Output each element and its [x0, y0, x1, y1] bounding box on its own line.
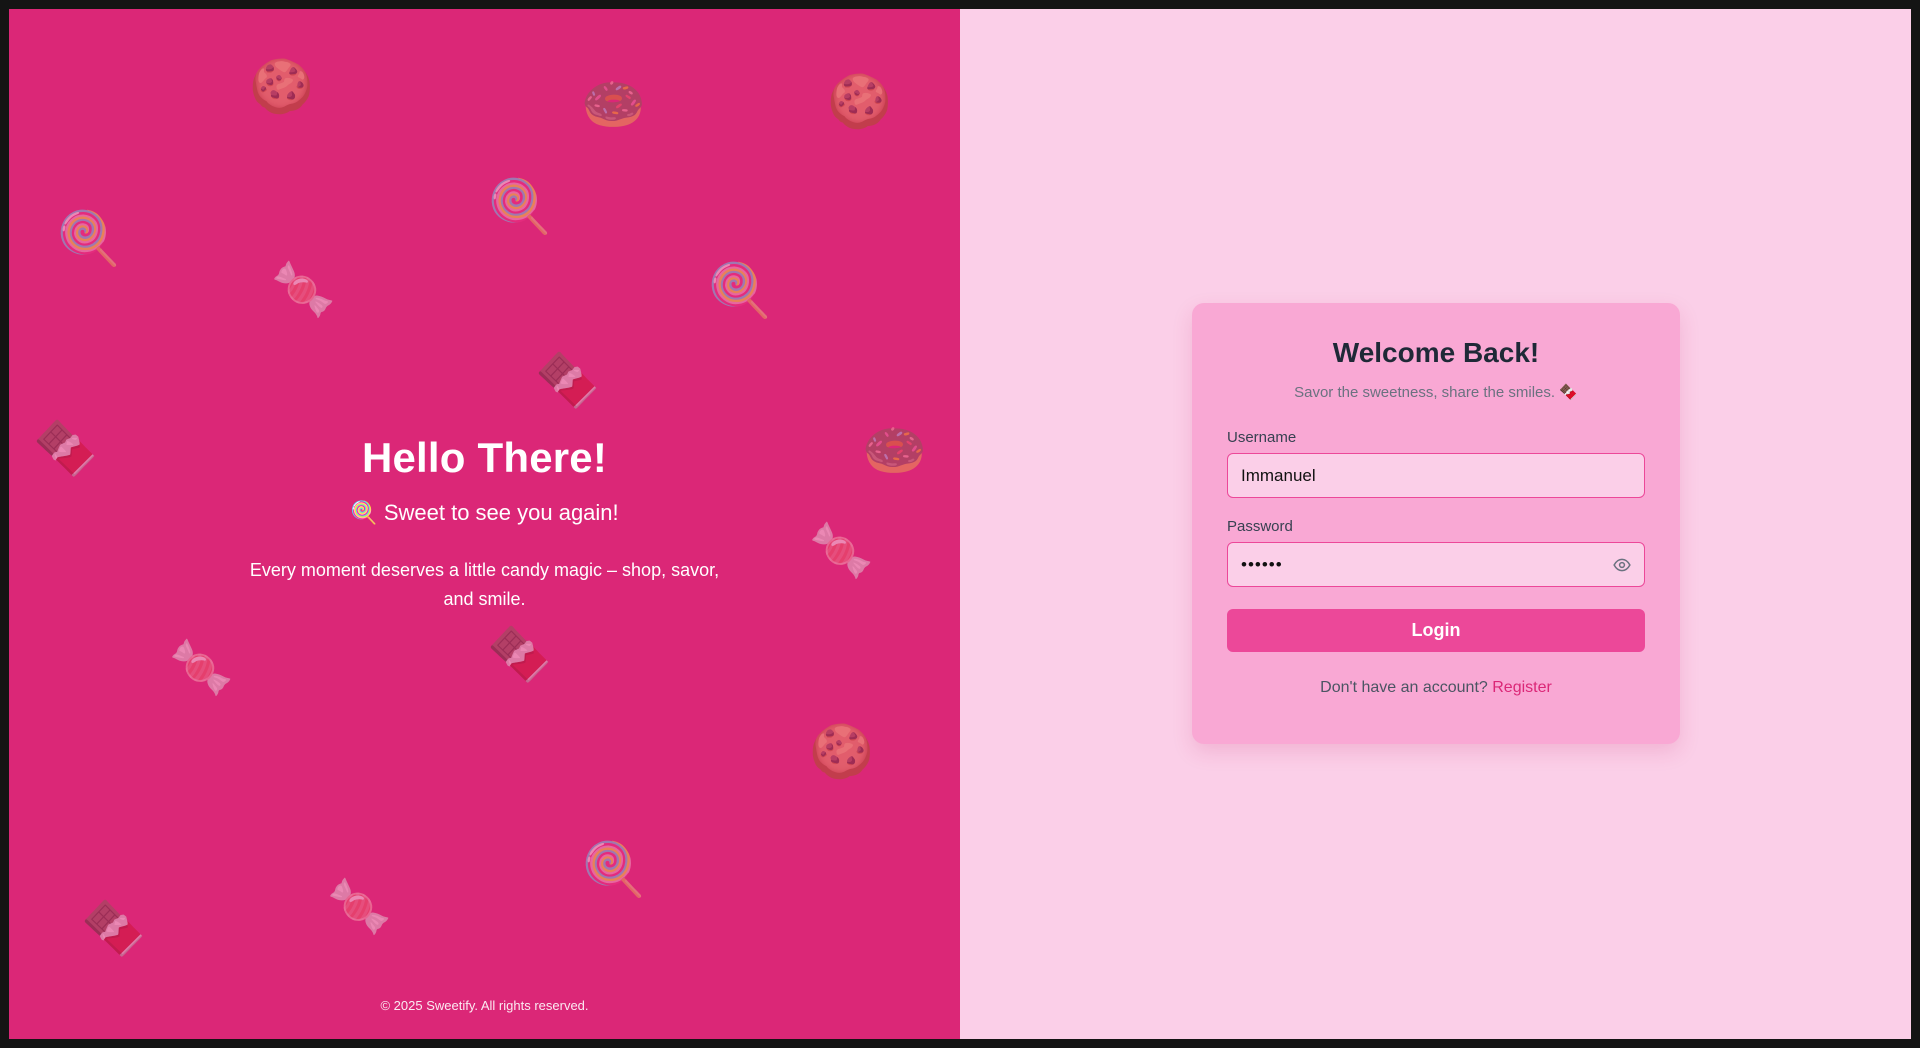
- copyright-text: © 2025 Sweetify. All rights reserved.: [380, 998, 589, 1013]
- register-prompt: Don't have an account? Register: [1227, 679, 1645, 697]
- password-label: Password: [1227, 518, 1293, 535]
- password-value: ••••••: [1241, 554, 1283, 574]
- cookie-icon: 🍪: [809, 722, 874, 782]
- hero-section: Hello There! 🍭 Sweet to see you again! E…: [9, 434, 960, 614]
- chocolate-icon: 🍫: [487, 625, 552, 685]
- login-button[interactable]: Login: [1227, 609, 1645, 652]
- login-card: Welcome Back! Savor the sweetness, share…: [1192, 303, 1680, 744]
- lollipop-icon: 🍭: [707, 261, 772, 321]
- username-label: Username: [1227, 429, 1297, 446]
- login-title: Welcome Back!: [1332, 337, 1540, 368]
- login-panel: Welcome Back! Savor the sweetness, share…: [960, 9, 1911, 1039]
- eye-icon[interactable]: [1612, 556, 1632, 574]
- hero-description: Every moment deserves a little candy mag…: [249, 560, 720, 609]
- lollipop-icon: 🍭: [56, 209, 121, 269]
- cookie-icon: 🍪: [249, 57, 314, 117]
- register-prompt-text: Don't have an account?: [1320, 679, 1488, 696]
- password-input[interactable]: ••••••: [1227, 542, 1645, 587]
- lollipop-icon: 🍭: [487, 177, 552, 237]
- app-window: 🍪 🍩 🍪 🍭 🍭 🍬 🍭 🍫 🍫 🍩 🍬 🍬 🍫 🍪 🍭 🍬 🍫 Hello …: [9, 9, 1911, 1039]
- login-subtitle: Savor the sweetness, share the smiles. 🍫: [1294, 384, 1578, 401]
- chocolate-icon: 🍫: [81, 899, 146, 959]
- hero-tagline: 🍭 Sweet to see you again!: [350, 500, 619, 525]
- candy-icon: 🍬: [169, 638, 234, 698]
- cookie-icon: 🍪: [827, 72, 892, 132]
- hero-title: Hello There!: [361, 434, 608, 481]
- candy-icon: 🍬: [327, 877, 392, 937]
- donut-icon: 🍩: [581, 75, 646, 135]
- username-value: Immanuel: [1241, 465, 1316, 485]
- register-link[interactable]: Register: [1492, 679, 1552, 696]
- chocolate-icon: 🍫: [535, 351, 600, 411]
- welcome-panel: 🍪 🍩 🍪 🍭 🍭 🍬 🍭 🍫 🍫 🍩 🍬 🍬 🍫 🍪 🍭 🍬 🍫 Hello …: [9, 9, 960, 1039]
- lollipop-icon: 🍭: [581, 840, 646, 900]
- candy-icon: 🍬: [271, 260, 336, 320]
- username-input[interactable]: Immanuel: [1227, 453, 1645, 498]
